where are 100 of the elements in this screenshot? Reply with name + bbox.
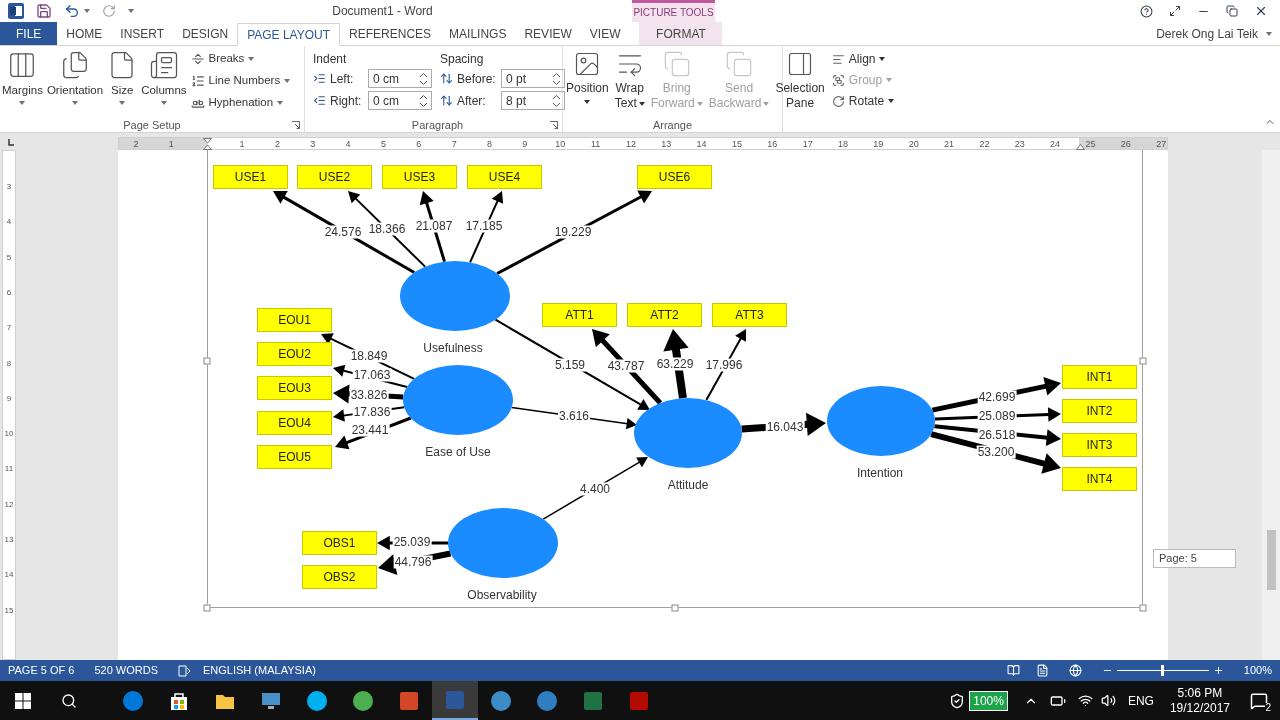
- ribbon-tab[interactable]: PAGE LAYOUT: [237, 23, 341, 46]
- resize-handle[interactable]: [203, 357, 211, 365]
- construct-label: Usefulness: [423, 340, 483, 357]
- search-icon: [61, 692, 77, 709]
- ribbon-tab[interactable]: INSERT: [111, 22, 174, 45]
- ruler-number: 21: [944, 137, 955, 150]
- tab-stop-icon[interactable]: [6, 138, 16, 148]
- input-language[interactable]: ENG: [1127, 691, 1154, 710]
- ruler-number: 12: [625, 137, 636, 150]
- t-value-label: 25.039: [392, 535, 432, 549]
- help-icon[interactable]: [1140, 4, 1153, 18]
- resize-handle[interactable]: [1139, 357, 1147, 365]
- ruler-number: 2: [133, 137, 139, 150]
- ribbon-tab[interactable]: HOME: [57, 22, 112, 45]
- ribbon-tab[interactable]: REVIEW: [515, 22, 581, 45]
- indent-marker-icon[interactable]: [203, 137, 212, 150]
- spinner-icon[interactable]: [553, 72, 560, 85]
- caret-icon: [584, 100, 591, 104]
- ribbon-display-icon[interactable]: [1169, 5, 1181, 17]
- resize-handle[interactable]: [203, 604, 211, 612]
- ribbon-tab[interactable]: DESIGN: [173, 22, 238, 45]
- ribbon-button[interactable]: Breaks: [190, 50, 291, 68]
- t-value-label: 24.576: [323, 225, 363, 239]
- restore-icon[interactable]: [1226, 5, 1238, 17]
- read-mode-icon[interactable]: [1006, 664, 1020, 677]
- ruler-number: 14: [3, 569, 15, 579]
- align-icon: [831, 52, 845, 66]
- word-count[interactable]: 520 WORDS: [94, 662, 158, 679]
- close-icon[interactable]: [1254, 4, 1268, 18]
- language-status[interactable]: ENGLISH (MALAYSIA): [203, 662, 316, 679]
- ruler-number: 24: [1050, 137, 1061, 150]
- ribbon-button[interactable]: Position: [563, 50, 612, 104]
- ribbon-button[interactable]: Rotate: [831, 92, 895, 110]
- t-value-label: 23.441: [350, 423, 390, 437]
- undo-icon[interactable]: [64, 3, 80, 19]
- ribbon-tab[interactable]: FILE: [0, 22, 58, 45]
- construct-label: Ease of Use: [425, 444, 491, 461]
- shield-icon[interactable]: [949, 692, 966, 709]
- ribbon-button[interactable]: Line Numbers: [190, 72, 291, 90]
- ribbon-tab[interactable]: MAILINGS: [440, 22, 516, 45]
- ribbon-button[interactable]: Size: [105, 50, 140, 106]
- zoom-level[interactable]: 100%: [1243, 662, 1272, 679]
- caret-icon: [160, 101, 167, 106]
- indicator-node: EOU2: [257, 342, 332, 366]
- ribbon-button[interactable]: Wrap Text: [611, 50, 648, 111]
- save-icon[interactable]: [36, 3, 52, 19]
- ribbon-tab[interactable]: REFERENCES: [340, 22, 441, 45]
- spin-field[interactable]: 8 pt: [501, 91, 565, 110]
- vertical-scrollbar[interactable]: [1262, 150, 1280, 660]
- resize-handle[interactable]: [1139, 604, 1147, 612]
- page-count[interactable]: PAGE 5 OF 6: [8, 662, 75, 679]
- zoom-in-icon[interactable]: [1212, 665, 1224, 676]
- ribbon-button[interactable]: Orientation: [44, 50, 106, 106]
- layers-icon: [725, 50, 754, 78]
- spin-field[interactable]: 0 cm: [368, 91, 432, 110]
- spinner-icon[interactable]: [420, 94, 427, 107]
- ribbon-button[interactable]: Selection Pane: [772, 50, 828, 111]
- circle-app-icon: [306, 689, 328, 712]
- t-value-label: 21.087: [414, 219, 454, 233]
- ruler-number: 16: [767, 137, 778, 150]
- construct-label: Intention: [857, 465, 903, 482]
- ribbon-button[interactable]: Hyphenation: [190, 94, 291, 112]
- wifi-icon[interactable]: [1077, 693, 1093, 708]
- construct-label: Observability: [467, 587, 537, 604]
- web-layout-icon[interactable]: [1068, 664, 1082, 677]
- volume-icon[interactable]: [1100, 693, 1116, 708]
- separator-icon: [190, 52, 205, 66]
- ribbon-button[interactable]: Margins: [0, 50, 45, 106]
- spacing-icon: [440, 94, 453, 107]
- resize-handle[interactable]: [671, 604, 679, 612]
- ribbon-button[interactable]: Columns: [139, 50, 189, 106]
- user-name[interactable]: Derek Ong Lai Teik: [1156, 24, 1258, 43]
- dialog-launcher-icon[interactable]: [292, 121, 300, 129]
- zoom-slider-track[interactable]: [1116, 665, 1209, 676]
- indicator-node: EOU1: [257, 308, 332, 332]
- spin-field[interactable]: 0 cm: [368, 69, 432, 88]
- ruler-number: 1: [168, 137, 174, 150]
- ribbon-button[interactable]: Align: [831, 50, 895, 68]
- ruler-number: 3: [5, 181, 13, 191]
- field-label: Left:: [330, 70, 355, 88]
- ribbon-tab[interactable]: VIEW: [580, 22, 630, 45]
- clock-date[interactable]: 19/12/2017: [1169, 700, 1230, 716]
- ribbon-tab[interactable]: FORMAT: [639, 22, 723, 45]
- t-value-label: 53.200: [976, 445, 1016, 459]
- indicator-node: USE4: [467, 165, 542, 189]
- action-center-icon[interactable]: [1250, 691, 1268, 710]
- group-title: Arrange: [652, 117, 693, 133]
- clock-time[interactable]: 5:06 PM: [1177, 685, 1223, 701]
- spinner-icon[interactable]: [553, 94, 560, 107]
- indicator-node: USE2: [297, 165, 372, 189]
- print-layout-icon[interactable]: [1035, 664, 1049, 677]
- dialog-launcher-icon[interactable]: [550, 121, 558, 129]
- field-label: After:: [457, 92, 487, 110]
- spin-field[interactable]: 0 pt: [501, 69, 565, 88]
- ruler-number: 9: [5, 393, 13, 403]
- spinner-icon[interactable]: [420, 72, 427, 85]
- ruler-number: 5: [380, 137, 386, 150]
- zoom-slider-thumb[interactable]: [1161, 665, 1165, 676]
- t-value-label: 5.159: [554, 358, 586, 372]
- proofing-icon[interactable]: [178, 664, 191, 677]
